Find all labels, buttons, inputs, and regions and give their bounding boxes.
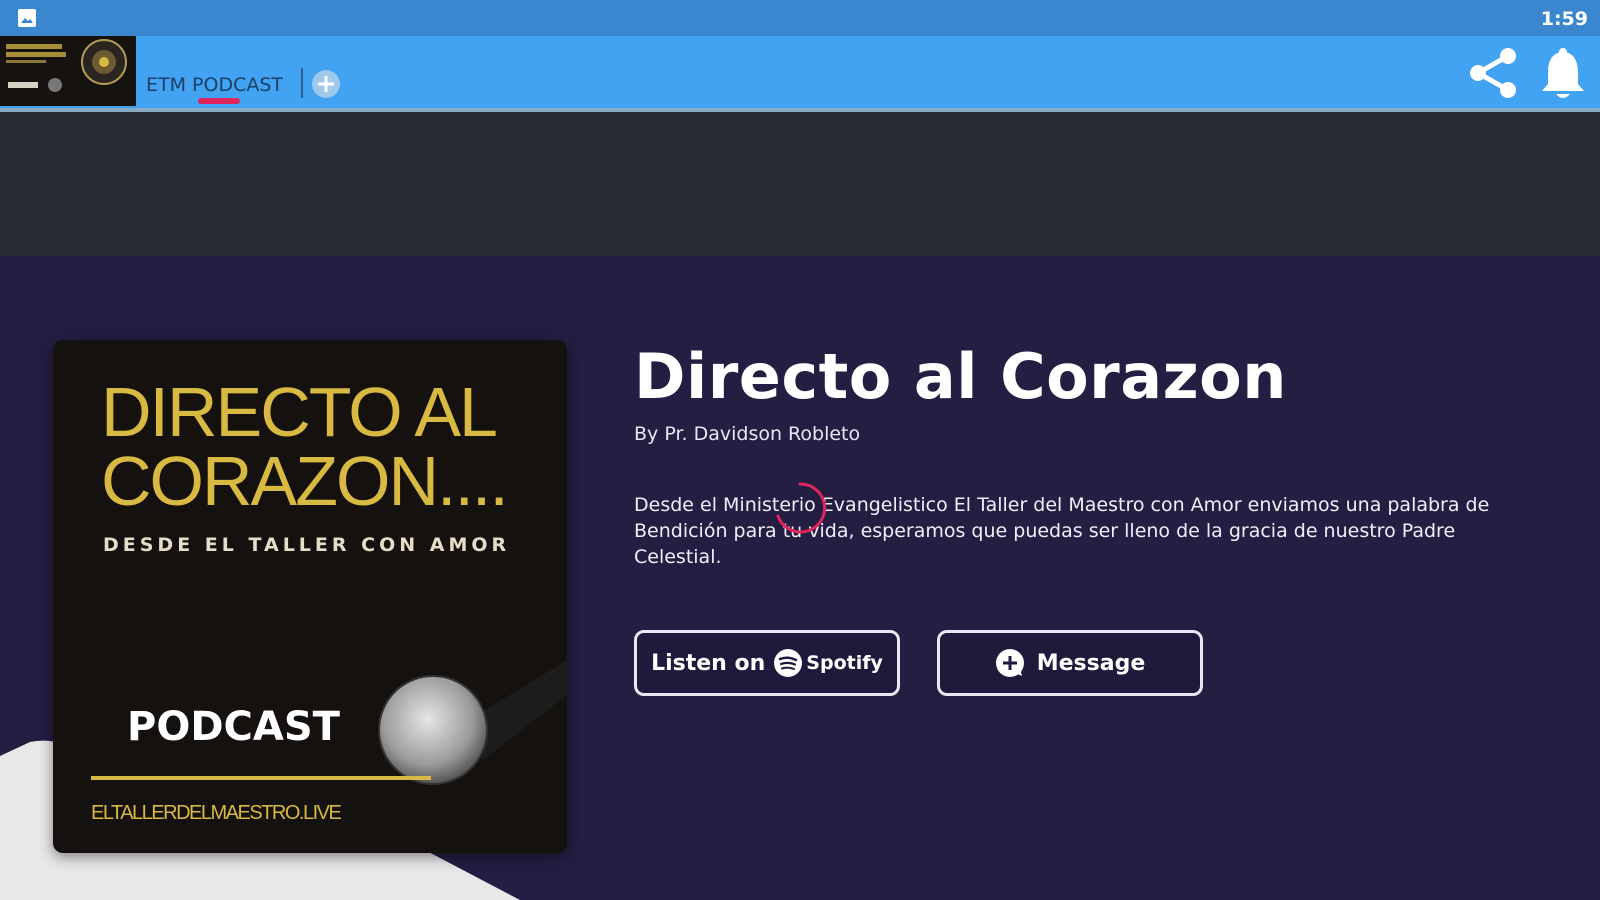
add-message-icon	[995, 649, 1024, 677]
cover-url: ELTALLERDELMAESTRO.LIVE	[91, 802, 342, 824]
cover-subtitle: DESDE EL TALLER CON AMOR	[103, 534, 511, 556]
status-time: 1:59	[1540, 8, 1588, 30]
tab-divider	[301, 68, 303, 98]
message-button[interactable]: Message	[937, 630, 1203, 696]
loading-spinner-icon	[776, 482, 827, 534]
add-circle-icon[interactable]	[310, 68, 342, 100]
app-bar: ETM PODCAST	[0, 36, 1600, 112]
bell-icon[interactable]	[1538, 46, 1588, 102]
channel-logo-image	[0, 36, 136, 106]
channel-logo[interactable]	[0, 36, 136, 106]
podcast-title: Directo al Corazon	[634, 340, 1287, 413]
cover-title-line2: CORAZON....	[101, 442, 509, 520]
image-icon	[18, 9, 36, 27]
cover-podcast-label: PODCAST	[127, 704, 340, 750]
share-icon[interactable]	[1466, 46, 1520, 100]
microphone-icon	[378, 660, 567, 785]
spotify-logo: Spotify	[773, 648, 883, 678]
message-label: Message	[1036, 650, 1146, 676]
status-bar: 1:59	[0, 0, 1600, 36]
tab-etm-podcast[interactable]: ETM PODCAST	[146, 74, 283, 96]
ad-banner	[0, 112, 1600, 256]
tab-indicator	[198, 98, 240, 104]
cover-title-line1: DIRECTO AL	[101, 373, 498, 451]
listen-label: Listen on	[651, 650, 766, 676]
podcast-cover-art: DIRECTO AL CORAZON.... DESDE EL TALLER C…	[53, 340, 567, 853]
cover-divider	[91, 776, 431, 780]
podcast-description: Desde el Ministerio Evangelistico El Tal…	[634, 494, 1490, 568]
listen-on-spotify-button[interactable]: Listen on Spotify	[634, 630, 900, 696]
spotify-label: Spotify	[806, 652, 883, 674]
cover-title: DIRECTO AL CORAZON....	[101, 373, 561, 520]
spotify-icon	[774, 649, 803, 677]
podcast-author: By Pr. Davidson Robleto	[634, 423, 861, 445]
